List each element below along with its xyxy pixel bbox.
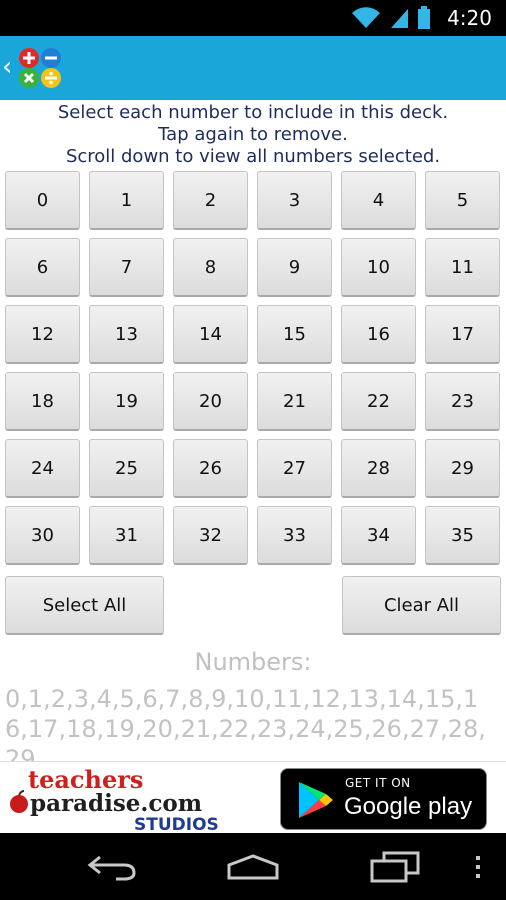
math-operators-app-icon[interactable] xyxy=(16,46,64,90)
number-button-34[interactable]: 34 xyxy=(341,506,416,565)
selected-numbers-label: Numbers: xyxy=(194,648,312,676)
number-button-2[interactable]: 2 xyxy=(173,171,248,230)
number-button-18[interactable]: 18 xyxy=(5,372,80,431)
number-button-15[interactable]: 15 xyxy=(257,305,332,364)
wifi-icon xyxy=(352,7,381,28)
number-button-0[interactable]: 0 xyxy=(5,171,80,230)
number-button-29[interactable]: 29 xyxy=(425,439,500,498)
number-button-23[interactable]: 23 xyxy=(425,372,500,431)
number-button-16[interactable]: 16 xyxy=(341,305,416,364)
clear-all-button[interactable]: Clear All xyxy=(342,576,501,635)
number-button-6[interactable]: 6 xyxy=(5,238,80,297)
google-play-badge[interactable]: GET IT ON Google play xyxy=(280,768,487,830)
teachers-paradise-logo[interactable]: teachers paradise.com STUDIOS xyxy=(8,766,240,832)
home-icon[interactable] xyxy=(226,853,280,881)
number-button-32[interactable]: 32 xyxy=(173,506,248,565)
number-button-20[interactable]: 20 xyxy=(173,372,248,431)
number-button-5[interactable]: 5 xyxy=(425,171,500,230)
instructions: Select each number to include in this de… xyxy=(0,100,506,168)
number-button-24[interactable]: 24 xyxy=(5,439,80,498)
battery-icon xyxy=(418,6,431,29)
number-button-8[interactable]: 8 xyxy=(173,238,248,297)
number-button-17[interactable]: 17 xyxy=(425,305,500,364)
number-button-28[interactable]: 28 xyxy=(341,439,416,498)
select-all-button[interactable]: Select All xyxy=(5,576,164,635)
number-button-14[interactable]: 14 xyxy=(173,305,248,364)
google-play-logo-icon xyxy=(299,782,333,818)
badge-get-it-on: GET IT ON xyxy=(345,776,411,790)
number-button-4[interactable]: 4 xyxy=(341,171,416,230)
instruction-line-2: Tap again to remove. xyxy=(158,124,348,145)
number-button-13[interactable]: 13 xyxy=(89,305,164,364)
number-button-1[interactable]: 1 xyxy=(89,171,164,230)
number-button-3[interactable]: 3 xyxy=(257,171,332,230)
status-bar: 4:20 xyxy=(0,0,506,36)
number-button-33[interactable]: 33 xyxy=(257,506,332,565)
number-grid: 0 1 2 3 4 5 6 7 8 9 10 11 12 13 14 15 16… xyxy=(5,171,501,565)
ad-banner[interactable]: teachers paradise.com STUDIOS GET IT ON … xyxy=(0,761,506,833)
number-button-11[interactable]: 11 xyxy=(425,238,500,297)
number-button-26[interactable]: 26 xyxy=(173,439,248,498)
action-bar: ‹ xyxy=(0,36,506,100)
badge-google-play: Google play xyxy=(344,793,473,820)
number-button-30[interactable]: 30 xyxy=(5,506,80,565)
instruction-line-3: Scroll down to view all numbers selected… xyxy=(65,146,441,167)
number-button-7[interactable]: 7 xyxy=(89,238,164,297)
number-button-35[interactable]: 35 xyxy=(425,506,500,565)
instruction-line-1: Select each number to include in this de… xyxy=(57,102,449,123)
overflow-menu-icon[interactable] xyxy=(474,855,482,879)
number-button-19[interactable]: 19 xyxy=(89,372,164,431)
up-chevron-icon[interactable]: ‹ xyxy=(2,52,12,82)
svg-text:paradise.com: paradise.com xyxy=(30,790,202,817)
status-time: 4:20 xyxy=(447,6,492,30)
number-button-10[interactable]: 10 xyxy=(341,238,416,297)
number-button-9[interactable]: 9 xyxy=(257,238,332,297)
number-button-31[interactable]: 31 xyxy=(89,506,164,565)
number-button-22[interactable]: 22 xyxy=(341,372,416,431)
number-button-21[interactable]: 21 xyxy=(257,372,332,431)
number-button-25[interactable]: 25 xyxy=(89,439,164,498)
svg-text:STUDIOS: STUDIOS xyxy=(134,815,219,832)
number-button-12[interactable]: 12 xyxy=(5,305,80,364)
number-button-27[interactable]: 27 xyxy=(257,439,332,498)
signal-icon xyxy=(391,9,409,28)
navigation-bar xyxy=(0,833,506,900)
back-icon[interactable] xyxy=(86,853,138,881)
recent-apps-icon[interactable] xyxy=(370,851,420,883)
